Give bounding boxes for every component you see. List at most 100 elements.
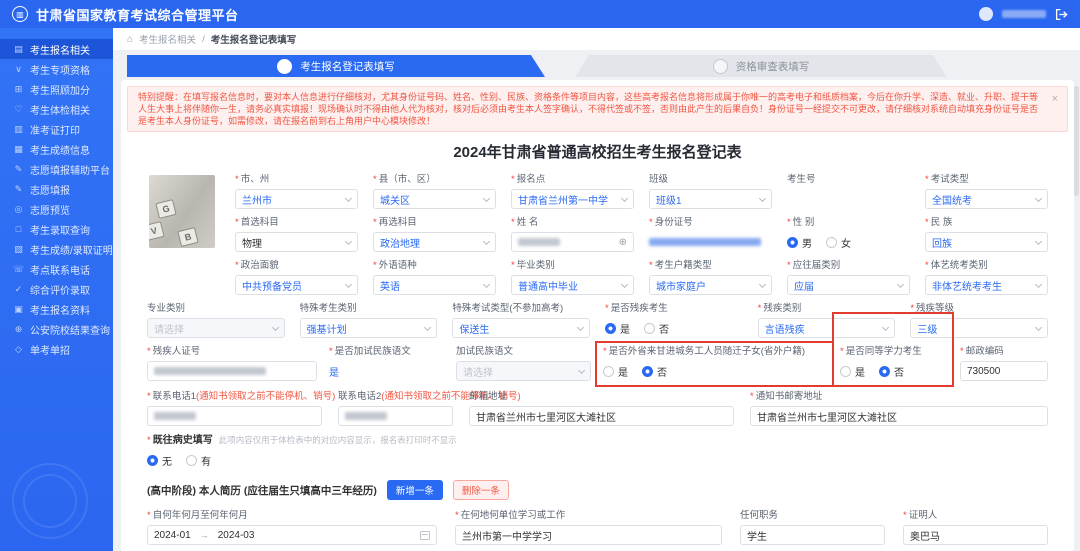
form-row: * 联系电话1(通知书领取之前不能停机、销号) 联系电话2(通知书领取之前不能停机、… [147,390,1048,426]
input-value: 奥巴马 [910,531,940,543]
postal-code-input[interactable]: 730500 [960,361,1048,381]
medical-history-radio-option[interactable]: 无 [147,453,172,468]
sidebar-item[interactable]: ✓ 综合评价录取 [0,279,113,299]
registration-site-select[interactable]: 甘肃省兰州第一中学 [511,189,634,209]
ethnicity-select[interactable]: 回族 [925,232,1048,252]
radio-label: 否 [657,367,667,379]
menu-icon: ⊞ [14,83,23,94]
migrant-children-flag-radio-option[interactable]: 是 [603,364,628,379]
field-label: 市、州 [240,174,270,185]
step-registration-form[interactable]: 考生报名登记表填写 [127,55,545,77]
field-label: 县（市、区） [378,174,436,185]
resume-place-input[interactable]: 兰州市第一中学学习 [455,525,722,545]
gender-field: * 性 别男女 [787,216,910,252]
breadcrumb-item[interactable]: 考生报名相关 [139,32,196,46]
is-disabled-radio-option[interactable]: 否 [644,321,669,336]
exam-type-select[interactable]: 全国统考 [925,189,1048,209]
sidebar-item[interactable]: □ 考生录取查询 [0,219,113,239]
main-content: ⌂ 考生报名相关 / 考生报名登记表填写 考生报名登记表填写 资格审查表填写 特… [113,28,1080,551]
notice-close-icon[interactable]: × [1052,94,1058,105]
add-entry-button[interactable]: 新增一条 [386,480,443,500]
disability-cert-number-input[interactable] [147,361,317,381]
select-value: 班级1 [656,195,682,207]
step-qualification-review[interactable]: 资格审查表填写 [575,55,947,77]
sidebar-item[interactable]: ◇ 单考单招 [0,339,113,359]
resume-witness-input[interactable]: 奥巴马 [903,525,1048,545]
mailing-address-input[interactable]: 甘肃省兰州市七里河区大滩社区 [469,406,734,426]
medical-history-radio-option[interactable]: 有 [186,453,211,468]
field-label-row: * 首选科目 [235,216,358,229]
resume-duty-input[interactable]: 学生 [740,525,885,545]
major-category-select[interactable]: 请选择 [147,318,285,338]
field-label-row: * 自何年何月至何年何月 [147,509,437,522]
phone2-input[interactable] [338,406,453,426]
field-label: 残疾类别 [763,303,802,314]
equivalent-education-flag-radio-option[interactable]: 否 [879,364,904,379]
foreign-language-select[interactable]: 英语 [373,275,496,295]
delete-entry-button[interactable]: 删除一条 [452,480,509,500]
field-label-row: * 证明人 [903,509,1048,522]
graduation-category-select[interactable]: 普通高中毕业 [511,275,634,295]
select-value: 三级 [917,324,938,336]
sidebar-item[interactable]: ⊕ 公安院校结果查询 [0,319,113,339]
sidebar-item[interactable]: ▦ 考生成绩信息 [0,139,113,159]
sidebar-item-label: 单考单招 [30,345,70,357]
field-label: 联系电话2 [338,391,382,402]
city-select[interactable]: 兰州市 [235,189,358,209]
gender-radio-option[interactable]: 男 [787,235,812,250]
menu-icon: ✎ [14,183,23,194]
migrant-children-flag-radio-option[interactable]: 否 [642,364,667,379]
gender-radio-option[interactable]: 女 [826,235,851,250]
phone1-input[interactable] [147,406,322,426]
graduate-status-select[interactable]: 应届 [787,275,910,295]
field-label-row: 特殊考试类型(不参加高考) [452,302,590,315]
household-type-select[interactable]: 城市家庭户 [649,275,772,295]
form-row: * 政治面貌 中共预备党员 * 外语语种 英语 * 毕业类别 普通高中毕业 * 考生户籍类型 城市家庭… [235,259,1048,295]
is-disabled-radio-option[interactable]: 是 [605,321,630,336]
scrollbar[interactable] [1074,86,1079,196]
special-exam-type-select[interactable]: 保送生 [452,318,590,338]
sidebar-item[interactable]: ▧ 考生成绩/录取证明 [0,239,113,259]
chevron-down-icon [1034,323,1043,331]
select-value: 回族 [932,238,952,250]
sidebar-item[interactable]: ✎ 志愿填报 [0,179,113,199]
sidebar: ▤ 考生报名相关 ∨ 考生专项资格 ⊞ 考生照顾加分 ♡ 考生体检相关 ▥ 准考证打印 ▦ 考生成绩信… [0,28,113,551]
equivalent-education-flag-radio-option[interactable]: 是 [840,364,865,379]
sidebar-item[interactable]: ▥ 准考证打印 [0,119,113,139]
field-label: 性 别 [792,217,815,228]
sidebar-item[interactable]: ▤ 考生报名相关 [0,39,113,59]
special-exam-type-field: 特殊考试类型(不参加高考) 保送生 [452,302,590,338]
select-value: 普通高中毕业 [518,281,578,293]
sidebar-item[interactable]: ▣ 考生报名资料 [0,299,113,319]
name-input[interactable]: ⊕ [511,232,634,252]
required-asterisk: * [235,217,239,228]
pe-art-exam-category-select[interactable]: 非体艺统考考生 [925,275,1048,295]
required-asterisk: * [603,346,607,357]
date-range-picker[interactable]: 2024-01 → 2024-03 [147,525,437,545]
disability-category-select[interactable]: 言语残疾 [757,318,896,338]
redacted-value [154,367,266,375]
required-asterisk: * [787,260,791,271]
second-subject-select[interactable]: 政治地理 [373,232,496,252]
chevron-down-icon [1034,280,1043,288]
sidebar-item[interactable]: ☏ 考点联系电话 [0,259,113,279]
sidebar-item[interactable]: ◎ 志愿预览 [0,199,113,219]
political-status-select[interactable]: 中共预备党员 [235,275,358,295]
user-avatar[interactable] [979,7,993,21]
disability-level-select[interactable]: 三级 [910,318,1048,338]
minority-language-test-select[interactable]: 请选择 [456,361,591,381]
special-candidate-category-select[interactable]: 强基计划 [299,318,438,338]
required-asterisk: * [787,217,791,228]
county-select[interactable]: 城关区 [373,189,496,209]
sidebar-item[interactable]: ⊞ 考生照顾加分 [0,79,113,99]
logout-icon[interactable] [1055,8,1068,21]
class-select[interactable]: 班级1 [649,189,772,209]
sidebar-item[interactable]: ∨ 考生专项资格 [0,59,113,79]
sidebar-item[interactable]: ✎ 志愿填报辅助平台 [0,159,113,179]
notice-mailing-address-input[interactable]: 甘肃省兰州市七里河区大滩社区 [750,406,1048,426]
first-subject-select[interactable]: 物理 [235,232,358,252]
chevron-down-icon [620,280,629,288]
field-label: 考生户籍类型 [654,260,712,271]
sidebar-item[interactable]: ♡ 考生体检相关 [0,99,113,119]
field-label-row: * 是否加试民族语文 [329,345,444,358]
